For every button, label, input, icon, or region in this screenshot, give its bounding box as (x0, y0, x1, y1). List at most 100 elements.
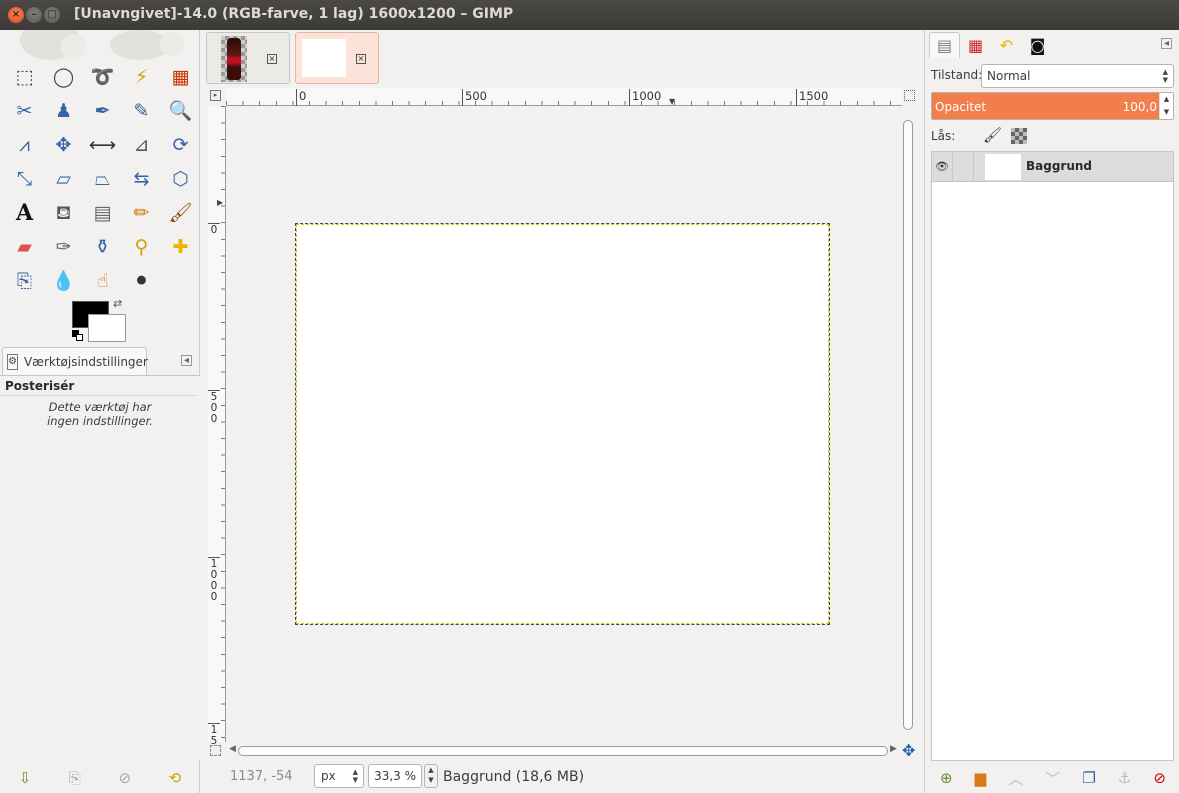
lock-alpha-icon[interactable] (1011, 128, 1027, 144)
foreground-select-tool-button[interactable]: ♟ (44, 94, 83, 128)
save-options-icon[interactable]: ⇩ (19, 769, 32, 787)
heal-tool-button[interactable]: ✚ (161, 230, 200, 264)
tab-tool-options[interactable]: ⚙ Værktøjsindstillinger (2, 347, 148, 375)
fuzzy-select-tool-button[interactable]: ⚡ (122, 60, 161, 94)
cage-transform-tool-button[interactable]: ⬡ (161, 162, 200, 196)
rect-select-tool-button[interactable]: ⬚ (5, 60, 44, 94)
delete-layer-icon[interactable]: ⊘ (1153, 769, 1166, 787)
tab-layers[interactable]: ▤ (929, 32, 960, 58)
move-tool-button[interactable]: ✥ (44, 128, 83, 162)
dock-menu-icon[interactable]: ◂ (1161, 38, 1172, 49)
image-thumbnail (221, 36, 247, 82)
crop-tool-button[interactable]: ⊿ (122, 128, 161, 162)
vertical-ruler[interactable]: ▶ 0 5 0 0 1 0 0 0 1 5 (208, 106, 226, 747)
layer-name[interactable]: Baggrund (1026, 159, 1092, 173)
close-tab-icon[interactable]: × (267, 54, 277, 64)
close-window-button[interactable]: × (8, 7, 24, 23)
flip-tool-button[interactable]: ⇆ (122, 162, 161, 196)
tool-message-line: Dette værktøj har (48, 400, 152, 414)
ink-tool-button[interactable]: ⚱ (83, 230, 122, 264)
eraser-tool-button[interactable]: ▰ (5, 230, 44, 264)
restore-options-icon[interactable]: ⎘ (69, 769, 81, 787)
scroll-left-icon[interactable]: ◀ (229, 744, 236, 754)
paintbrush-tool-button[interactable]: 🖌 (161, 196, 200, 230)
layers-dock: ▤ ▦ ↶ ◙ ◂ Tilstand: Normal ▲ ▼ Opacitet 1… (924, 30, 1179, 793)
perspective-tool-button[interactable]: ⏢ (83, 162, 122, 196)
dodge-burn-tool-button[interactable]: ⚫ (122, 264, 161, 298)
select-by-color-icon: ▦ (171, 65, 190, 88)
paths-tool-button[interactable]: ✒ (83, 94, 122, 128)
tab-channels[interactable]: ▦ (960, 32, 991, 58)
duplicate-layer-icon[interactable]: ❐ (1082, 769, 1095, 787)
chevron-updown-icon: ▲ ▼ (352, 768, 358, 784)
anchor-layer-icon[interactable]: ⚓ (1118, 769, 1131, 787)
image-menu-icon[interactable]: ▸ (210, 90, 221, 101)
blend-tool-button[interactable]: ▤ (83, 196, 122, 230)
toolbox: ⬚ ◯ ➰ ⚡ ▦ ✂ ♟ ✒ ✎ 🔍 ⩘ ✥ ⟷ ⊿ ⟳ ⤡ ▱ ⏢ ⇆ ⬡ A ⛾ ▤ ✏ 🖌 ▰ ✑ ⚱ ⚲ ✚ ⎘ 💧 ☝ ⚫ ⇄ ⚙ V… (0, 30, 200, 793)
layer-link-toggle[interactable] (953, 152, 974, 182)
scroll-right-icon[interactable]: ▶ (890, 744, 897, 754)
maximize-window-button[interactable]: □ (44, 7, 60, 23)
navigate-icon[interactable]: ✥ (902, 741, 915, 760)
clone-tool-button[interactable]: ⚲ (122, 230, 161, 264)
mode-value: Normal (987, 69, 1031, 83)
background-color-swatch[interactable] (88, 314, 126, 342)
shear-tool-button[interactable]: ▱ (44, 162, 83, 196)
smudge-tool-button[interactable]: ☝ (83, 264, 122, 298)
layer-mode-select[interactable]: Normal ▲ ▼ (981, 64, 1174, 88)
zoom-tool-button[interactable]: 🔍 (161, 94, 200, 128)
align-tool-button[interactable]: ⟷ (83, 128, 122, 162)
perspective-clone-icon: ⎘ (16, 269, 33, 292)
lower-layer-icon[interactable]: ﹀ (1045, 768, 1060, 789)
tab-undo-history[interactable]: ↶ (991, 32, 1022, 58)
new-layer-group-icon[interactable]: ▆ (975, 769, 987, 787)
scale-tool-button[interactable]: ⤡ (5, 162, 44, 196)
paths-icon: ✒ (94, 99, 111, 122)
measure-tool-button[interactable]: ⩘ (5, 128, 44, 162)
raise-layer-icon[interactable]: ︿ (1008, 768, 1023, 789)
quick-mask-toggle[interactable] (210, 745, 221, 756)
swap-colors-icon[interactable]: ⇄ (113, 297, 122, 310)
zoom-to-window-icon[interactable] (904, 90, 915, 101)
tab-image-cola[interactable]: × (206, 32, 290, 84)
rotate-tool-button[interactable]: ⟳ (161, 128, 200, 162)
blur-tool-button[interactable]: 💧 (44, 264, 83, 298)
free-select-tool-button[interactable]: ➰ (83, 60, 122, 94)
unit-select[interactable]: px ▲ ▼ (314, 764, 364, 788)
layers-icon: ▤ (936, 36, 953, 55)
tab-paths[interactable]: ◙ (1022, 32, 1053, 58)
scissors-select-tool-button[interactable]: ✂ (5, 94, 44, 128)
reset-options-icon[interactable]: ⟲ (169, 769, 182, 787)
perspective-clone-tool-button[interactable]: ⎘ (5, 264, 44, 298)
ellipse-select-tool-button[interactable]: ◯ (44, 60, 83, 94)
blur-icon: 💧 (51, 269, 76, 292)
color-picker-tool-button[interactable]: ✎ (122, 94, 161, 128)
close-tab-icon[interactable]: × (356, 54, 366, 64)
minimize-window-button[interactable]: – (26, 7, 42, 23)
default-colors-icon[interactable] (72, 330, 83, 341)
ruler-label: 1500 (796, 89, 828, 106)
tool-options-icon: ⚙ (7, 353, 18, 370)
vertical-scrollbar[interactable] (903, 120, 913, 730)
select-by-color-tool-button[interactable]: ▦ (161, 60, 200, 94)
opacity-spin-icon[interactable]: ▲ ▼ (1159, 93, 1173, 119)
pencil-tool-button[interactable]: ✏ (122, 196, 161, 230)
lock-pixels-icon[interactable]: 🖌 (983, 126, 1002, 144)
canvas-viewport[interactable] (227, 107, 902, 743)
text-tool-button[interactable]: A (5, 196, 44, 230)
zoom-field[interactable]: 33,3 % (368, 764, 422, 788)
delete-options-icon[interactable]: ⊘ (119, 769, 132, 787)
tab-image-unnamed[interactable]: × (295, 32, 379, 84)
visibility-eye-icon[interactable]: 👁 (932, 152, 953, 182)
layers-list[interactable]: 👁 Baggrund (931, 151, 1174, 761)
tool-grid: ⬚ ◯ ➰ ⚡ ▦ ✂ ♟ ✒ ✎ 🔍 ⩘ ✥ ⟷ ⊿ ⟳ ⤡ ▱ ⏢ ⇆ ⬡ A ⛾ ▤ ✏ 🖌 ▰ ✑ ⚱ ⚲ ✚ ⎘ 💧 ☝ ⚫ (5, 60, 195, 298)
opacity-slider[interactable]: Opacitet 100,0 ▲ ▼ (931, 92, 1174, 120)
zoom-dropdown-icon[interactable]: ▲ ▼ (424, 764, 438, 788)
new-layer-icon[interactable]: ⊕ (940, 769, 953, 787)
layer-row[interactable]: 👁 Baggrund (932, 152, 1173, 182)
horizontal-scrollbar[interactable] (238, 746, 888, 756)
tool-options-menu-icon[interactable]: ◂ (181, 355, 192, 366)
bucket-fill-tool-button[interactable]: ⛾ (44, 196, 83, 230)
airbrush-tool-button[interactable]: ✑ (44, 230, 83, 264)
horizontal-ruler[interactable]: 0 500 1000 1500 ▼ (226, 88, 902, 106)
